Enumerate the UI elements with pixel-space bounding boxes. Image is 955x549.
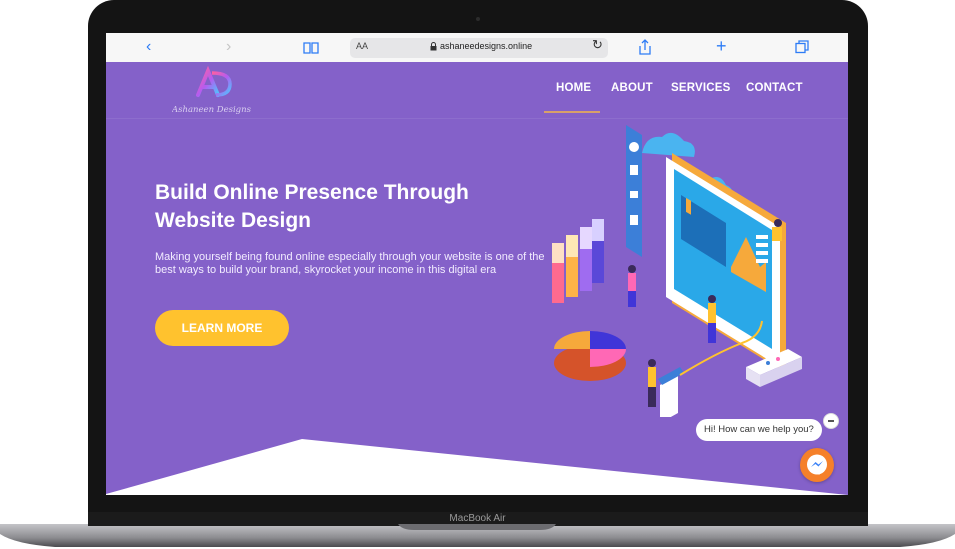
nav-contact[interactable]: CONTACT bbox=[746, 82, 803, 94]
browser-screen: ‹ › AA ashaneedesigns.online ↻ + Ashanee… bbox=[106, 33, 848, 495]
learn-more-button[interactable]: LEARN MORE bbox=[155, 310, 289, 346]
chat-minimize-button[interactable] bbox=[823, 413, 839, 429]
reload-icon[interactable]: ↻ bbox=[592, 37, 603, 53]
hero-illustration bbox=[552, 125, 802, 417]
nav-services[interactable]: SERVICES bbox=[671, 82, 731, 94]
nav-about[interactable]: ABOUT bbox=[611, 82, 653, 94]
forward-icon[interactable]: › bbox=[226, 36, 231, 58]
share-icon[interactable] bbox=[638, 39, 652, 56]
messenger-icon bbox=[807, 454, 827, 475]
messenger-button[interactable] bbox=[800, 448, 834, 482]
hero-subtitle: Making yourself being found online espec… bbox=[155, 251, 545, 276]
active-nav-indicator bbox=[544, 111, 600, 113]
text-size-button[interactable]: AA bbox=[356, 41, 368, 51]
plus-icon[interactable]: + bbox=[716, 35, 727, 57]
brand-logo[interactable]: Ashaneen Designs bbox=[172, 65, 262, 115]
chat-prompt[interactable]: Hi! How can we help you? bbox=[696, 419, 822, 441]
nav-home[interactable]: HOME bbox=[556, 82, 591, 94]
book-icon[interactable] bbox=[303, 42, 319, 54]
cloud-icon bbox=[642, 132, 695, 157]
device-label: MacBook Air bbox=[449, 513, 506, 524]
lock-icon bbox=[430, 42, 437, 51]
site-header: Ashaneen Designs HOME ABOUT SERVICES CON… bbox=[106, 62, 848, 119]
back-icon[interactable]: ‹ bbox=[146, 36, 151, 58]
hero-title: Build Online Presence Through Website De… bbox=[155, 181, 469, 232]
url-text: ashaneedesigns.online bbox=[440, 41, 533, 51]
camera-icon bbox=[476, 17, 480, 21]
tabs-icon[interactable] bbox=[795, 40, 809, 54]
browser-toolbar: ‹ › AA ashaneedesigns.online ↻ + bbox=[106, 33, 848, 62]
svg-text:Ashaneen Designs: Ashaneen Designs bbox=[172, 105, 252, 115]
